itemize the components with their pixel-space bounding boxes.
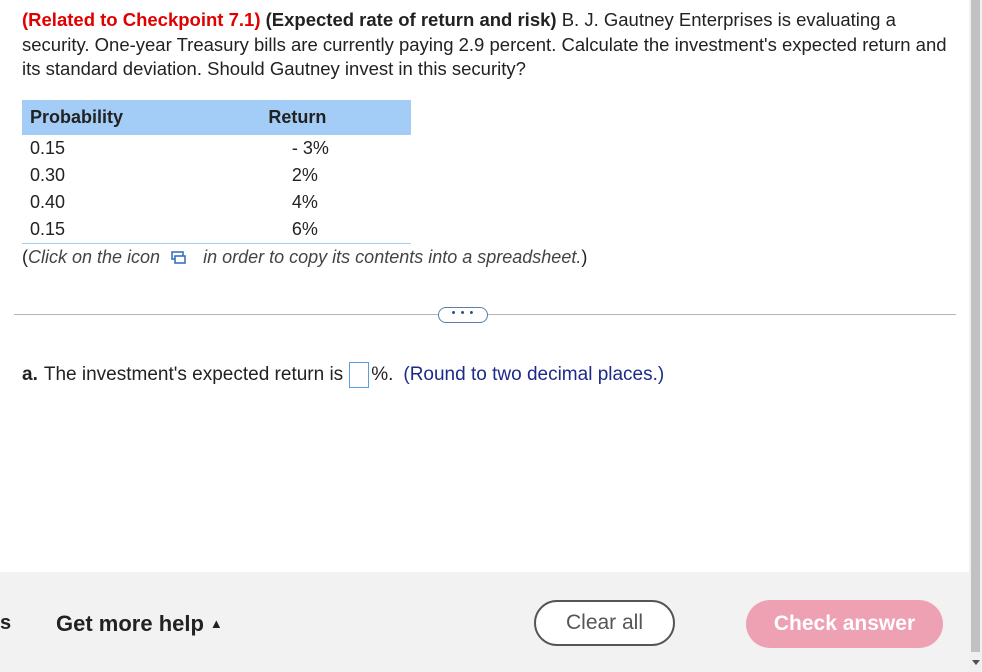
copy-note-after: in order to copy its contents into a spr… [203,247,582,267]
copy-note-close-paren: ) [581,247,588,267]
footer-edge-text: s [0,612,12,634]
probability-cell: 0.30 [30,165,66,185]
table-row: 0.40 4% [22,189,411,216]
return-cell: 2% [291,165,318,185]
return-cell: 4% [291,192,318,212]
caret-up-icon: ▲ [209,616,223,631]
probability-return-table: Probability Return 0.15 - 3% 0.30 2% 0.4… [22,100,411,244]
expected-return-input[interactable] [349,362,370,388]
rounding-hint: (Round to two decimal places.) [403,364,665,385]
header-return: Return [183,100,411,135]
probability-cell: 0.40 [30,192,66,212]
copy-table-icon[interactable] [171,248,186,269]
return-cell: - 3% [291,138,329,158]
percent-suffix: %. [371,364,394,385]
expand-button[interactable]: • • • [438,307,488,323]
vertical-scrollbar[interactable] [969,0,982,672]
question-text: (Related to Checkpoint 7.1) (Expected ra… [22,8,952,82]
probability-cell: 0.15 [22,216,184,244]
return-cell: 6% [183,216,411,244]
probability-cell: 0.15 [30,138,66,158]
check-answer-button[interactable]: Check answer [746,600,943,648]
help-label: Get more help [56,611,204,636]
header-probability: Probability [22,100,184,135]
copy-instructions: (Click on the icon in order to copy its … [22,247,587,269]
part-label: a. [22,364,38,385]
copy-note-before: Click on the icon [28,247,161,267]
answer-prompt: The investment's expected return is [43,364,344,385]
checkpoint-reference: (Related to Checkpoint 7.1) [22,9,261,30]
answer-line: a. The investment's expected return is %… [22,362,664,388]
scroll-down-arrow-icon[interactable] [972,660,980,665]
get-more-help-button[interactable]: Get more help ▲ [56,611,223,637]
clear-all-button[interactable]: Clear all [534,600,675,646]
scrollbar-thumb[interactable] [971,0,980,652]
table-row: 0.15 6% [22,216,411,244]
question-topic: (Expected rate of return and risk) [265,9,557,30]
table-row: 0.30 2% [22,162,411,189]
table-row: 0.15 - 3% [22,135,411,162]
